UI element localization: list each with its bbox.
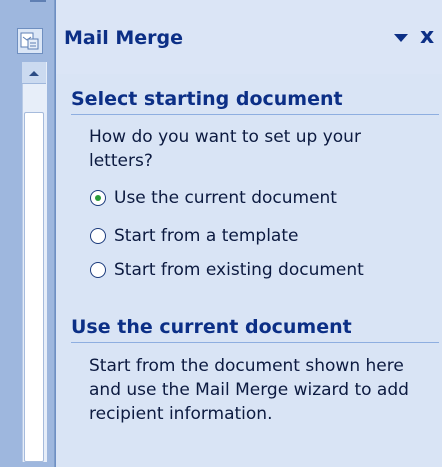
mail-merge-screen: Mail Merge x Select starting document Ho… (0, 0, 442, 467)
radio-label: Use the current document (114, 188, 337, 208)
setup-question: How do you want to set up your letters? (89, 127, 361, 171)
section-divider (71, 114, 439, 115)
section-divider (71, 342, 439, 343)
pane-title: Mail Merge (64, 27, 184, 49)
radio-button[interactable] (90, 228, 106, 244)
section-title-select-starting-document: Select starting document (71, 88, 343, 110)
scrollbar-thumb[interactable] (24, 112, 44, 462)
radio-use-current-document[interactable]: Use the current document (90, 186, 337, 210)
pane-header: Mail Merge x (56, 0, 442, 74)
left-scroll-strip (0, 0, 55, 467)
radio-label: Start from a template (114, 226, 299, 246)
radio-label: Start from existing document (114, 260, 364, 280)
scroll-up-button[interactable] (22, 62, 46, 84)
mail-merge-icon-graphic (20, 32, 39, 50)
dropdown-arrow-icon[interactable] (394, 34, 408, 42)
radio-button-checked[interactable] (90, 190, 106, 206)
radio-start-from-existing-document[interactable]: Start from existing document (90, 258, 364, 282)
radio-button[interactable] (90, 262, 106, 278)
close-button[interactable]: x (420, 24, 434, 49)
mail-merge-icon[interactable] (17, 28, 43, 54)
section-title-use-current-document: Use the current document (71, 316, 352, 338)
strip-top-line (30, 0, 46, 2)
radio-start-from-template[interactable]: Start from a template (90, 224, 298, 248)
section-description: Start from the document shown here and u… (89, 356, 409, 424)
mail-merge-task-pane: Mail Merge x Select starting document Ho… (55, 0, 442, 467)
scroll-up-arrow-icon (29, 71, 39, 76)
